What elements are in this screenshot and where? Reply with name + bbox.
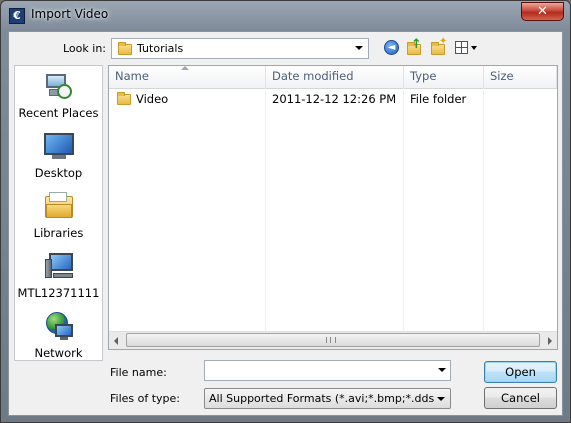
file-type: File folder <box>410 92 467 106</box>
views-menu-button[interactable] <box>454 39 480 57</box>
file-name-label: File name: <box>110 366 167 379</box>
folder-icon <box>118 42 132 55</box>
place-recent-places[interactable]: Recent Places <box>15 70 102 128</box>
places-bar: Recent Places Desktop Libraries MTL12371… <box>14 65 103 361</box>
place-label: MTL12371111 <box>17 286 100 300</box>
place-label: Libraries <box>33 226 84 240</box>
horizontal-scrollbar[interactable] <box>109 331 557 349</box>
folder-icon <box>117 92 131 105</box>
views-menu-icon <box>455 41 468 54</box>
app-icon[interactable]: € <box>9 8 25 24</box>
place-network[interactable]: Network <box>15 310 102 368</box>
place-label: Desktop <box>34 166 83 180</box>
grip-icon <box>326 337 336 343</box>
column-header-date-modified[interactable]: Date modified <box>266 66 404 88</box>
chevron-down-icon <box>355 46 363 50</box>
title-bar[interactable]: € Import Video ✕ <box>1 1 570 31</box>
place-libraries[interactable]: Libraries <box>15 190 102 248</box>
column-header-label: Name <box>115 69 149 83</box>
place-label: Network <box>34 346 83 360</box>
back-button[interactable]: ◄ <box>383 39 401 57</box>
column-divider <box>403 88 404 332</box>
look-in-dropdown[interactable]: Tutorials <box>111 38 369 59</box>
file-name-field[interactable] <box>204 360 451 381</box>
column-header-name[interactable]: Name <box>109 66 266 88</box>
chevron-down-icon[interactable] <box>438 368 446 372</box>
sparkle-icon: ✦ <box>439 36 448 47</box>
sort-ascending-icon <box>181 66 189 70</box>
cancel-button[interactable]: Cancel <box>484 387 557 409</box>
new-folder-button[interactable]: ✦ <box>430 36 448 57</box>
scroll-left-arrow-icon[interactable] <box>114 337 118 345</box>
up-arrow-icon: ↑ <box>411 37 422 52</box>
chevron-down-icon <box>471 46 477 50</box>
file-list[interactable]: Name Date modified Type Size Video 2011-… <box>108 65 558 350</box>
column-header-type[interactable]: Type <box>404 66 484 88</box>
close-button[interactable]: ✕ <box>521 2 564 21</box>
file-type-dropdown[interactable]: All Supported Formats (*.avi;*.bmp;*.dds… <box>204 388 451 409</box>
back-icon: ◄ <box>384 40 399 55</box>
network-icon <box>43 310 75 342</box>
open-button[interactable]: Open <box>484 361 557 383</box>
place-label: Recent Places <box>18 106 99 120</box>
recent-places-icon <box>43 70 75 102</box>
column-divider <box>483 88 484 332</box>
computer-icon <box>43 250 75 282</box>
window-title: Import Video <box>31 7 109 21</box>
look-in-label: Look in: <box>63 42 106 55</box>
import-video-dialog: € Import Video ✕ Look in: Tutorials ◄ ↑ … <box>0 0 571 423</box>
file-type-label: Files of type: <box>110 392 181 405</box>
column-header-row: Name Date modified Type Size <box>109 66 557 89</box>
dialog-body: Look in: Tutorials ◄ ↑ ✦ Recent Places D… <box>8 31 563 416</box>
file-type-value: All Supported Formats (*.avi;*.bmp;*.dds… <box>209 392 435 405</box>
close-icon: ✕ <box>537 4 548 19</box>
chevron-down-icon <box>437 397 445 401</box>
list-item[interactable]: Video 2011-12-12 12:26 PM File folder <box>109 89 557 109</box>
file-name: Video <box>136 92 169 106</box>
libraries-icon <box>43 190 75 222</box>
place-desktop[interactable]: Desktop <box>15 130 102 188</box>
scrollbar-thumb[interactable] <box>126 333 540 347</box>
file-date-modified: 2011-12-12 12:26 PM <box>272 92 397 106</box>
column-header-size[interactable]: Size <box>484 66 557 88</box>
desktop-icon <box>43 130 75 162</box>
up-one-level-button[interactable]: ↑ <box>406 37 424 57</box>
look-in-value: Tutorials <box>137 42 184 55</box>
column-divider <box>265 88 266 332</box>
place-computer[interactable]: MTL12371111 <box>15 250 102 308</box>
scroll-right-arrow-icon[interactable] <box>548 337 552 345</box>
